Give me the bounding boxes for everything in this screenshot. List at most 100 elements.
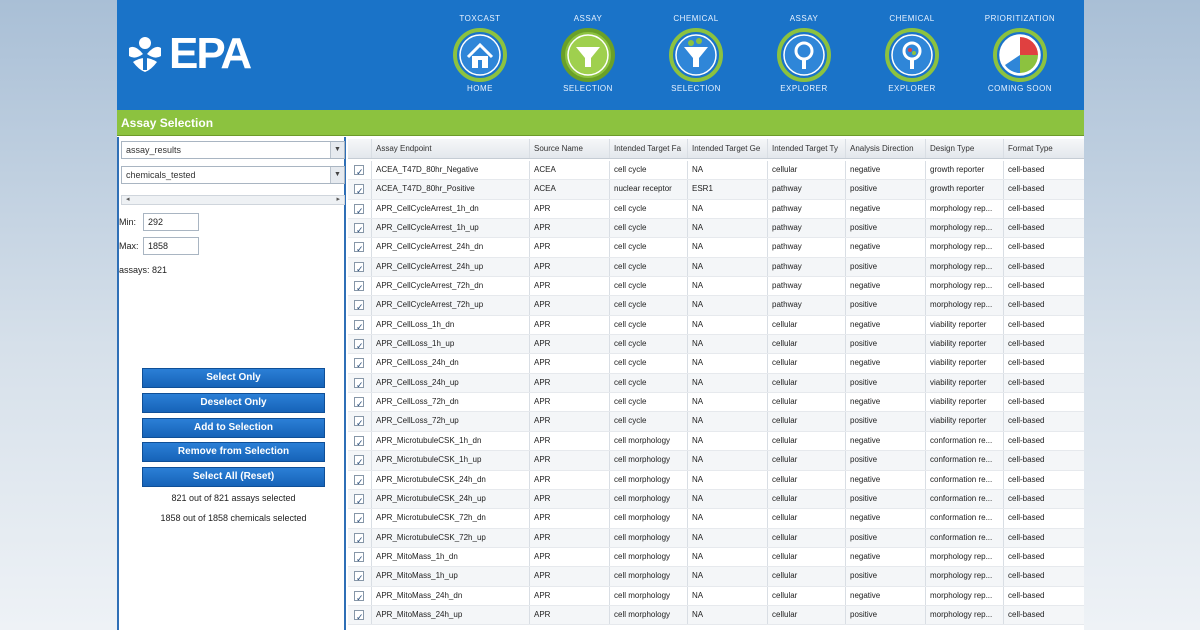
assay-results-select[interactable]: assay_results ▼: [121, 141, 345, 159]
table-row[interactable]: APR_MitoMass_1h_dnAPRcell morphologyNAce…: [348, 547, 1084, 568]
remove-from-selection-button[interactable]: Remove from Selection: [142, 442, 325, 462]
table-cell: cell cycle: [610, 199, 688, 219]
header-bar: EPA TOXCAST HOME ASSAY SELECTION CHEMICA…: [117, 0, 1084, 110]
nav-assay-explorer[interactable]: ASSAY EXPLORER: [759, 10, 849, 105]
table-cell: NA: [688, 393, 768, 412]
row-checkbox[interactable]: [354, 163, 364, 179]
table-cell: APR: [530, 335, 610, 354]
nav-prioritization[interactable]: PRIORITIZATION COMING SOON: [975, 10, 1065, 105]
table-cell: APR_CellLoss_1h_dn: [372, 315, 530, 335]
row-checkbox[interactable]: [354, 221, 364, 237]
row-checkbox[interactable]: [354, 569, 364, 586]
table-row[interactable]: APR_CellLoss_72h_dnAPRcell cycleNAcellul…: [348, 393, 1084, 413]
nav-chemical-selection[interactable]: CHEMICAL SELECTION: [651, 10, 741, 105]
deselect-only-button[interactable]: Deselect Only: [142, 393, 325, 413]
table-cell: cellular: [768, 393, 846, 412]
table-cell: cellular: [768, 451, 846, 470]
add-to-selection-button[interactable]: Add to Selection: [142, 418, 325, 438]
table-cell: cellular: [768, 489, 846, 509]
table-row[interactable]: APR_MitoMass_1h_upAPRcell morphologyNAce…: [348, 567, 1084, 587]
row-checkbox[interactable]: [354, 492, 364, 508]
table-row[interactable]: APR_CellCycleArrest_72h_dnAPRcell cycleN…: [348, 277, 1084, 297]
table-row[interactable]: APR_MicrotubuleCSK_1h_dnAPRcell morpholo…: [348, 431, 1084, 452]
row-checkbox[interactable]: [354, 337, 364, 353]
row-checkbox[interactable]: [354, 260, 364, 276]
table-cell: APR: [530, 219, 610, 238]
table-cell: cellular: [768, 605, 846, 625]
table-row[interactable]: APR_CellLoss_72h_upAPRcell cycleNAcellul…: [348, 412, 1084, 432]
table-cell: cell-based: [1008, 435, 1045, 445]
dropdown-arrow-icon[interactable]: ▼: [330, 167, 344, 183]
header-target-gene[interactable]: Intended Target Ge: [688, 139, 768, 158]
row-checkbox[interactable]: [354, 453, 364, 470]
row-checkbox[interactable]: [354, 298, 364, 315]
table-cell: cell-based: [1008, 571, 1045, 581]
select-only-button[interactable]: Select Only: [142, 368, 325, 388]
row-checkbox[interactable]: [354, 531, 364, 547]
table-cell: viability reporter: [926, 315, 1004, 335]
row-checkbox[interactable]: [354, 376, 364, 392]
table-cell: morphology rep...: [926, 605, 1004, 625]
table-row[interactable]: APR_CellCycleArrest_24h_upAPRcell cycleN…: [348, 257, 1084, 278]
row-checkbox[interactable]: [354, 589, 364, 605]
row-checkbox[interactable]: [354, 434, 364, 450]
table-row[interactable]: APR_MicrotubuleCSK_24h_dnAPRcell morphol…: [348, 470, 1084, 490]
table-row[interactable]: APR_MicrotubuleCSK_24h_upAPRcell morphol…: [348, 489, 1084, 510]
table-cell: conformation re...: [926, 451, 1004, 470]
table-row[interactable]: APR_MicrotubuleCSK_1h_upAPRcell morpholo…: [348, 451, 1084, 471]
row-checkbox[interactable]: [354, 356, 364, 373]
table-row[interactable]: APR_CellLoss_24h_upAPRcell cycleNAcellul…: [348, 373, 1084, 394]
nav-assay-selection[interactable]: ASSAY SELECTION: [543, 10, 633, 105]
table-cell: cell-based: [1008, 319, 1045, 329]
row-checkbox[interactable]: [354, 318, 364, 334]
header-analysis-direction[interactable]: Analysis Direction: [846, 139, 926, 158]
header-design-type[interactable]: Design Type: [926, 139, 1004, 158]
table-cell: positive: [846, 451, 926, 470]
scroll-right-icon[interactable]: ▸: [336, 195, 340, 203]
table-row[interactable]: APR_CellLoss_1h_upAPRcell cycleNAcellula…: [348, 335, 1084, 355]
table-row[interactable]: ACEA_T47D_80hr_NegativeACEAcell cycleNAc…: [348, 161, 1084, 181]
nav-chemical-explorer[interactable]: CHEMICAL EXPLORER: [867, 10, 957, 105]
row-checkbox[interactable]: [354, 395, 364, 411]
nav-toxcast-home[interactable]: TOXCAST HOME: [435, 10, 525, 105]
scroll-left-icon[interactable]: ◂: [126, 195, 130, 203]
select-all-reset-button[interactable]: Select All (Reset): [142, 467, 325, 487]
table-row[interactable]: APR_MitoMass_24h_dnAPRcell morphologyNAc…: [348, 586, 1084, 606]
header-source-name[interactable]: Source Name: [530, 139, 610, 158]
table-row[interactable]: APR_CellCycleArrest_24h_dnAPRcell cycleN…: [348, 238, 1084, 258]
table-row[interactable]: APR_CellLoss_1h_dnAPRcell cycleNAcellula…: [348, 315, 1084, 336]
assay-table: Assay Endpoint Source Name Intended Targ…: [348, 137, 1084, 630]
min-input[interactable]: 292: [143, 213, 199, 231]
row-checkbox[interactable]: [354, 608, 364, 624]
row-checkbox[interactable]: [354, 473, 364, 489]
range-scrollbar[interactable]: ◂ ▸: [121, 195, 345, 205]
dropdown-arrow-icon[interactable]: ▼: [330, 142, 344, 158]
row-checkbox[interactable]: [354, 550, 364, 566]
table-cell: cell morphology: [610, 528, 688, 547]
table-cell: nuclear receptor: [610, 180, 688, 199]
table-row[interactable]: ACEA_T47D_80hr_PositiveACEAnuclear recep…: [348, 180, 1084, 200]
row-checkbox-cell: [348, 373, 372, 393]
table-row[interactable]: APR_CellCycleArrest_72h_upAPRcell cycleN…: [348, 296, 1084, 316]
table-row[interactable]: APR_MicrotubuleCSK_72h_upAPRcell morphol…: [348, 528, 1084, 548]
row-checkbox[interactable]: [354, 414, 364, 431]
header-target-type[interactable]: Intended Target Ty: [768, 139, 846, 158]
table-row[interactable]: APR_MitoMass_24h_upAPRcell morphologyNAc…: [348, 605, 1084, 626]
max-input[interactable]: 1858: [143, 237, 199, 255]
row-checkbox[interactable]: [354, 240, 364, 257]
row-checkbox[interactable]: [354, 511, 364, 528]
row-checkbox[interactable]: [354, 182, 364, 199]
table-cell: negative: [846, 277, 926, 296]
table-row[interactable]: APR_MicrotubuleCSK_72h_dnAPRcell morphol…: [348, 509, 1084, 529]
table-row[interactable]: APR_CellCycleArrest_1h_upAPRcell cycleNA…: [348, 219, 1084, 239]
table-body: ACEA_T47D_80hr_NegativeACEAcell cycleNAc…: [348, 161, 1084, 626]
header-assay-endpoint[interactable]: Assay Endpoint: [372, 139, 530, 158]
row-checkbox[interactable]: [354, 202, 364, 218]
table-row[interactable]: APR_CellCycleArrest_1h_dnAPRcell cycleNA…: [348, 199, 1084, 220]
row-checkbox[interactable]: [354, 279, 364, 295]
table-row[interactable]: APR_CellLoss_24h_dnAPRcell cycleNAcellul…: [348, 354, 1084, 374]
header-target-family[interactable]: Intended Target Fa: [610, 139, 688, 158]
table-cell: ACEA_T47D_80hr_Positive: [372, 180, 530, 199]
chemicals-tested-select[interactable]: chemicals_tested ▼: [121, 166, 345, 184]
header-format-type[interactable]: Format Type: [1004, 139, 1084, 158]
